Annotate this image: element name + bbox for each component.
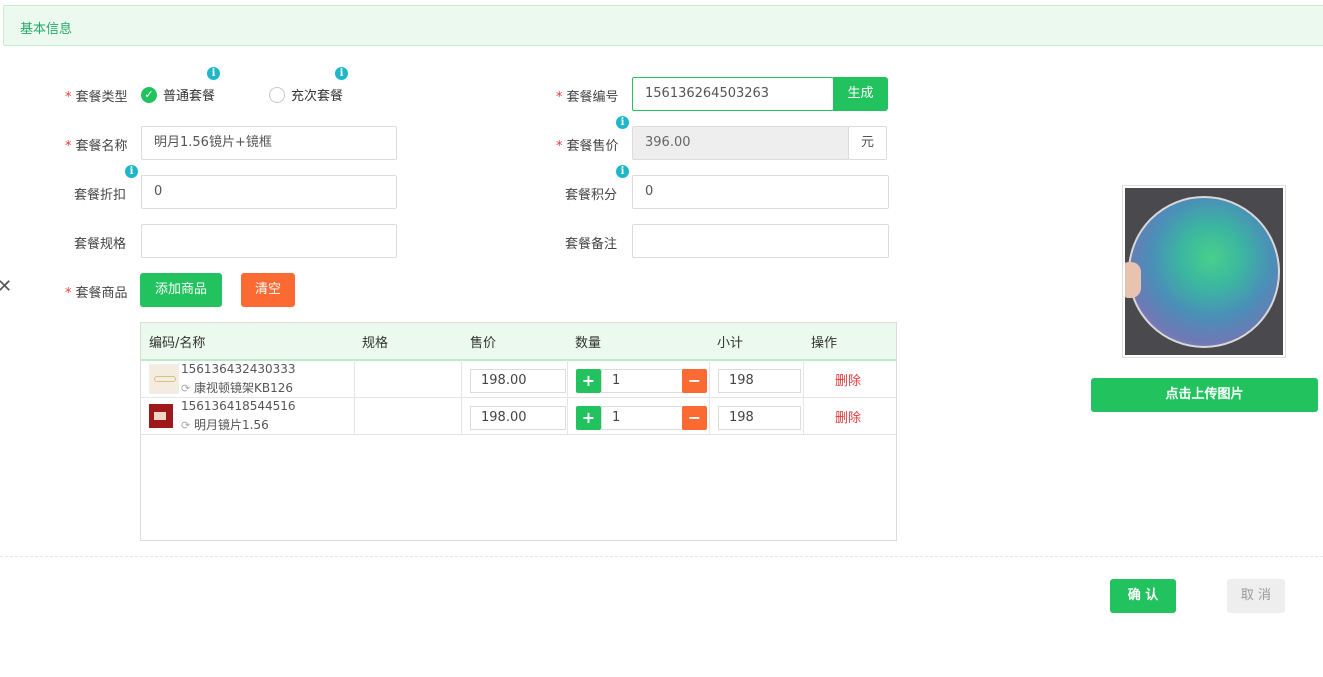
generate-button[interactable]: 生成: [833, 77, 888, 111]
subtotal-input[interactable]: 198: [718, 369, 801, 393]
add-goods-button[interactable]: 添加商品: [140, 273, 222, 307]
clear-button[interactable]: 清空: [241, 273, 295, 307]
spec-input[interactable]: [141, 224, 397, 258]
goods-table-header: 编码/名称 规格 售价 数量 小计 操作: [141, 323, 896, 361]
table-row: 156136418544516 ⟳ 明月镜片1.56 198.00 + 1 − …: [141, 397, 896, 435]
info-icon[interactable]: i: [335, 67, 348, 80]
section-header: 基本信息: [3, 5, 1323, 46]
refresh-icon[interactable]: ⟳: [181, 419, 190, 432]
col-price: 售价: [470, 336, 497, 351]
subtotal-input[interactable]: 198: [718, 406, 801, 430]
product-name: 康视顿镜架KB126: [194, 381, 294, 395]
delete-link[interactable]: 删除: [835, 407, 861, 426]
minus-button[interactable]: −: [682, 406, 707, 430]
delete-link[interactable]: 删除: [835, 370, 861, 389]
minus-button[interactable]: −: [682, 369, 707, 393]
col-action: 操作: [811, 336, 838, 351]
name-input[interactable]: 明月1.56镜片+镜框: [141, 126, 397, 160]
price-label: * 套餐售价: [556, 139, 619, 154]
plus-button[interactable]: +: [576, 369, 601, 393]
info-icon[interactable]: i: [207, 67, 220, 80]
refresh-icon[interactable]: ⟳: [181, 382, 190, 395]
goods-label: * 套餐商品: [65, 286, 128, 301]
product-code: 156136432430333: [181, 362, 296, 376]
close-icon[interactable]: ✕: [0, 276, 12, 297]
upload-image-button[interactable]: 点击上传图片: [1091, 378, 1318, 412]
points-label: 套餐积分: [565, 188, 618, 203]
remark-input[interactable]: [632, 224, 889, 258]
remark-label: 套餐备注: [565, 237, 618, 252]
product-code: 156136418544516: [181, 399, 296, 413]
code-input[interactable]: 156136264503263: [632, 77, 834, 111]
confirm-button[interactable]: 确 认: [1110, 579, 1176, 613]
table-row: 156136432430333 ⟳ 康视顿镜架KB126 198.00 + 1 …: [141, 360, 896, 398]
col-spec: 规格: [362, 336, 389, 351]
radio-circle: [269, 86, 285, 103]
col-code-name: 编码/名称: [149, 336, 206, 351]
info-icon[interactable]: i: [616, 116, 629, 129]
info-icon[interactable]: i: [125, 165, 138, 178]
radio-count[interactable]: 充次套餐: [269, 85, 343, 104]
price-cell-input[interactable]: 198.00: [470, 406, 566, 430]
section-title: 基本信息: [20, 22, 73, 37]
check-icon: ✓: [141, 86, 157, 103]
image-preview[interactable]: [1122, 185, 1286, 358]
price-cell-input[interactable]: 198.00: [470, 369, 566, 393]
type-label: * 套餐类型: [65, 90, 128, 105]
points-input[interactable]: 0: [632, 175, 889, 209]
lens-image: [1125, 188, 1283, 355]
info-icon[interactable]: i: [616, 165, 629, 178]
col-qty: 数量: [575, 336, 602, 351]
cancel-button[interactable]: 取 消: [1227, 579, 1285, 613]
price-unit: 元: [848, 126, 887, 160]
qty-input[interactable]: 1: [601, 406, 683, 430]
product-thumbnail: [149, 404, 173, 428]
product-name-wrap: ⟳ 明月镜片1.56: [181, 416, 269, 433]
plus-button[interactable]: +: [576, 406, 601, 430]
radio-normal[interactable]: ✓ 普通套餐: [141, 85, 215, 104]
discount-label: 套餐折扣: [74, 188, 127, 203]
goods-table: 编码/名称 规格 售价 数量 小计 操作 156136432430333 ⟳ 康…: [140, 322, 897, 541]
radio-normal-label: 普通套餐: [163, 89, 216, 104]
divider: [0, 556, 1323, 557]
radio-count-label: 充次套餐: [291, 89, 344, 104]
price-input: 396.00: [632, 126, 849, 160]
spec-label: 套餐规格: [74, 237, 127, 252]
qty-input[interactable]: 1: [601, 369, 683, 393]
product-thumbnail: [149, 364, 179, 394]
discount-input[interactable]: 0: [141, 175, 397, 209]
name-label: * 套餐名称: [65, 139, 128, 154]
product-name-wrap: ⟳ 康视顿镜架KB126: [181, 379, 293, 396]
col-subtotal: 小计: [717, 336, 744, 351]
code-label: * 套餐编号: [556, 90, 619, 105]
product-name: 明月镜片1.56: [194, 418, 269, 432]
